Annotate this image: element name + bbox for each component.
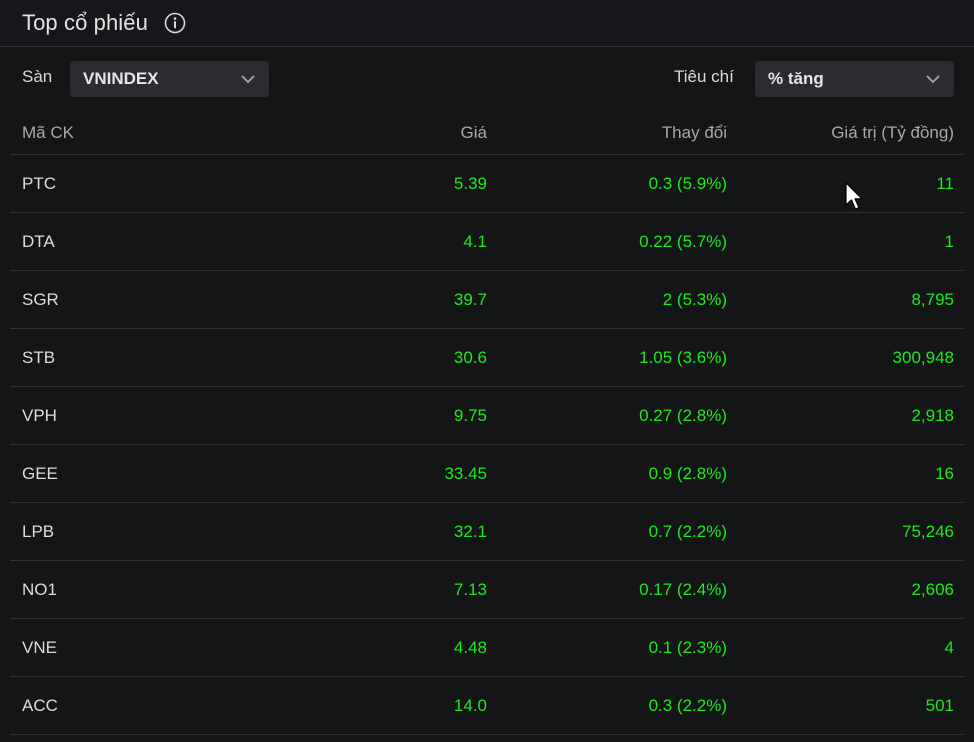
stock-price: 33.45 [242, 444, 487, 503]
stock-symbol: STB [10, 328, 242, 387]
stock-trade-value: 4 [727, 618, 964, 677]
criteria-label: Tiêu chí [674, 67, 734, 86]
stock-price: 39.7 [242, 270, 487, 329]
table-row[interactable]: SGR 39.7 2 (5.3%) 8,795 [10, 270, 964, 329]
stock-symbol: VPH [10, 386, 242, 445]
column-header-price[interactable]: Giá [242, 111, 487, 155]
stock-change: 0.1 (2.3%) [487, 618, 727, 677]
filter-controls: Sàn VNINDEX Tiêu chí % tăng [0, 47, 974, 111]
info-icon[interactable] [164, 12, 186, 34]
table-row[interactable]: STB 30.6 1.05 (3.6%) 300,948 [10, 328, 964, 387]
stock-trade-value: 8,795 [727, 270, 964, 329]
stock-trade-value: 501 [727, 676, 964, 735]
stock-symbol: GEE [10, 444, 242, 503]
stock-trade-value: 300,948 [727, 328, 964, 387]
top-stocks-table: Mã CK Giá Thay đổi Giá trị (Tỷ đồng) PTC… [10, 111, 964, 735]
column-header-symbol[interactable]: Mã CK [10, 111, 242, 155]
stock-change: 0.9 (2.8%) [487, 444, 727, 503]
table-row[interactable]: PTC 5.39 0.3 (5.9%) 11 [10, 154, 964, 213]
stock-symbol: DTA [10, 212, 242, 271]
stock-symbol: ACC [10, 676, 242, 735]
stock-price: 32.1 [242, 502, 487, 561]
panel-title: Top cổ phiếu [22, 10, 148, 35]
chevron-down-icon [240, 72, 256, 84]
top-stocks-panel: Top cổ phiếu Sàn VNINDEX Tiêu chí % tăng [0, 0, 974, 742]
table-row[interactable]: ACC 14.0 0.3 (2.2%) 501 [10, 676, 964, 735]
criteria-select-value: % tăng [768, 69, 824, 88]
stock-price: 30.6 [242, 328, 487, 387]
stock-symbol: PTC [10, 154, 242, 213]
stock-change: 1.05 (3.6%) [487, 328, 727, 387]
stock-trade-value: 2,606 [727, 560, 964, 619]
table-row[interactable]: GEE 33.45 0.9 (2.8%) 16 [10, 444, 964, 503]
stock-change: 0.17 (2.4%) [487, 560, 727, 619]
stock-price: 14.0 [242, 676, 487, 735]
stock-change: 0.3 (5.9%) [487, 154, 727, 213]
stock-trade-value: 75,246 [727, 502, 964, 561]
criteria-select[interactable]: % tăng [755, 61, 954, 97]
stock-change: 0.3 (2.2%) [487, 676, 727, 735]
panel-header: Top cổ phiếu [0, 0, 974, 47]
chevron-down-icon [925, 72, 941, 84]
stock-change: 2 (5.3%) [487, 270, 727, 329]
stock-change: 0.27 (2.8%) [487, 386, 727, 445]
column-header-change[interactable]: Thay đổi [487, 111, 727, 155]
stock-price: 4.48 [242, 618, 487, 677]
stock-symbol: SGR [10, 270, 242, 329]
exchange-label: Sàn [22, 67, 53, 86]
table-row[interactable]: LPB 32.1 0.7 (2.2%) 75,246 [10, 502, 964, 561]
table-row[interactable]: DTA 4.1 0.22 (5.7%) 1 [10, 212, 964, 271]
table-row[interactable]: VNE 4.48 0.1 (2.3%) 4 [10, 618, 964, 677]
stock-trade-value: 1 [727, 212, 964, 271]
table-body: PTC 5.39 0.3 (5.9%) 11 DTA 4.1 0.22 (5.7%) 1 SGR… [10, 154, 964, 735]
stock-symbol: VNE [10, 618, 242, 677]
exchange-select[interactable]: VNINDEX [70, 61, 269, 97]
stock-trade-value: 2,918 [727, 386, 964, 445]
column-header-value[interactable]: Giá trị (Tỷ đồng) [727, 111, 964, 155]
stock-trade-value: 16 [727, 444, 964, 503]
table-row[interactable]: NO1 7.13 0.17 (2.4%) 2,606 [10, 560, 964, 619]
stock-symbol: NO1 [10, 560, 242, 619]
table-header-row: Mã CK Giá Thay đổi Giá trị (Tỷ đồng) [10, 111, 964, 155]
exchange-select-value: VNINDEX [83, 69, 159, 88]
stock-change: 0.22 (5.7%) [487, 212, 727, 271]
stock-price: 5.39 [242, 154, 487, 213]
stock-price: 4.1 [242, 212, 487, 271]
stock-price: 9.75 [242, 386, 487, 445]
mouse-pointer-icon [845, 182, 865, 212]
table-row[interactable]: VPH 9.75 0.27 (2.8%) 2,918 [10, 386, 964, 445]
stock-price: 7.13 [242, 560, 487, 619]
stock-change: 0.7 (2.2%) [487, 502, 727, 561]
stock-symbol: LPB [10, 502, 242, 561]
